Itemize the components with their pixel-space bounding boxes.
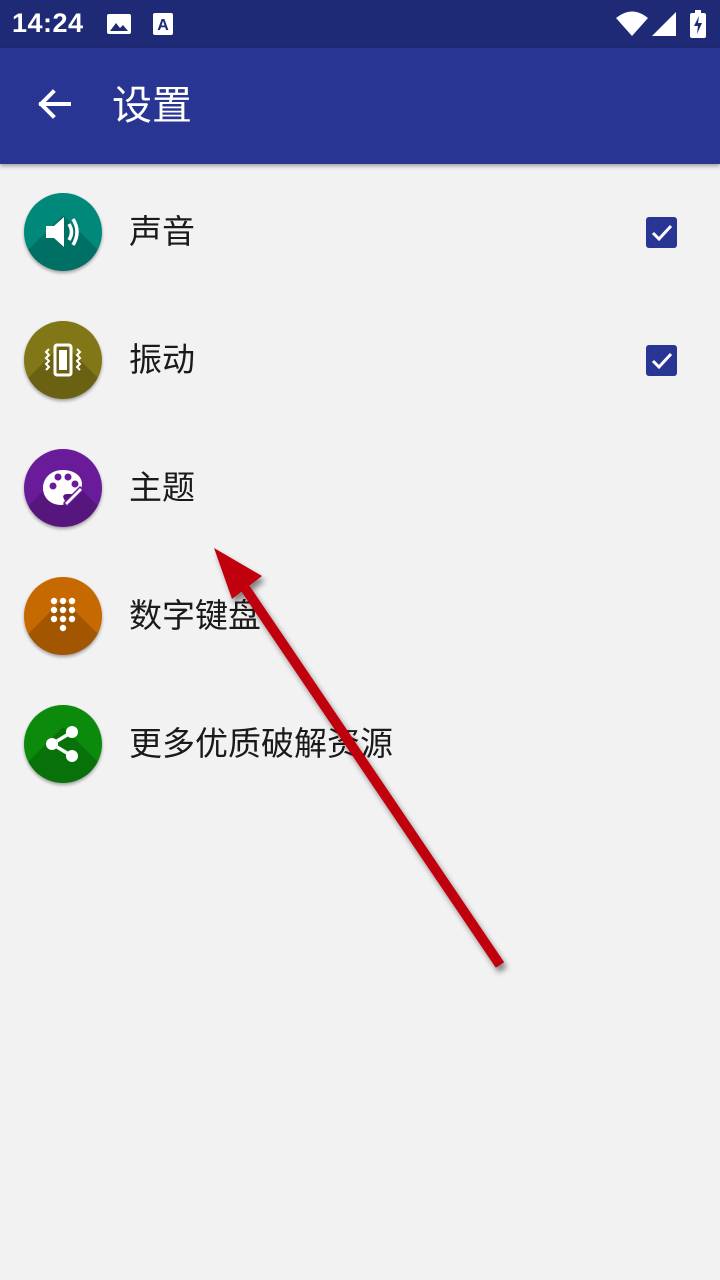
svg-text:A: A <box>157 17 169 34</box>
setting-item-vibration[interactable]: 振动 <box>0 296 720 424</box>
volume-icon <box>24 193 102 271</box>
battery-charging-icon <box>690 10 706 42</box>
dialpad-icon <box>24 577 102 655</box>
cell-signal-icon <box>652 12 678 40</box>
setting-item-theme[interactable]: 主题 <box>0 424 720 552</box>
app-bar: 设置 <box>0 48 720 164</box>
a-app-notification-icon: A <box>152 12 174 40</box>
vibration-checkbox[interactable] <box>646 345 677 376</box>
share-icon <box>24 705 102 783</box>
vibration-icon <box>24 321 102 399</box>
sound-checkbox[interactable] <box>646 217 677 248</box>
setting-label-vibration: 振动 <box>129 340 195 379</box>
status-bar: 14:24 A <box>0 0 720 48</box>
setting-item-sound[interactable]: 声音 <box>0 168 720 296</box>
setting-item-dialpad[interactable]: 数字键盘 <box>0 552 720 680</box>
arrow-back-icon <box>37 89 71 123</box>
setting-label-sound: 声音 <box>129 212 195 251</box>
palette-icon <box>24 449 102 527</box>
back-button[interactable] <box>26 78 82 134</box>
page-title: 设置 <box>112 83 192 129</box>
setting-label-theme: 主题 <box>129 468 195 507</box>
setting-item-more-resources[interactable]: 更多优质破解资源 <box>0 680 720 808</box>
wifi-icon <box>616 11 648 41</box>
setting-label-dialpad: 数字键盘 <box>129 596 261 635</box>
setting-label-more-resources: 更多优质破解资源 <box>129 724 393 763</box>
settings-list: 声音 振动 主题 数字键盘 更多优质破解资源 <box>0 168 720 808</box>
status-time: 14:24 <box>12 8 84 38</box>
image-notification-icon <box>106 13 132 39</box>
